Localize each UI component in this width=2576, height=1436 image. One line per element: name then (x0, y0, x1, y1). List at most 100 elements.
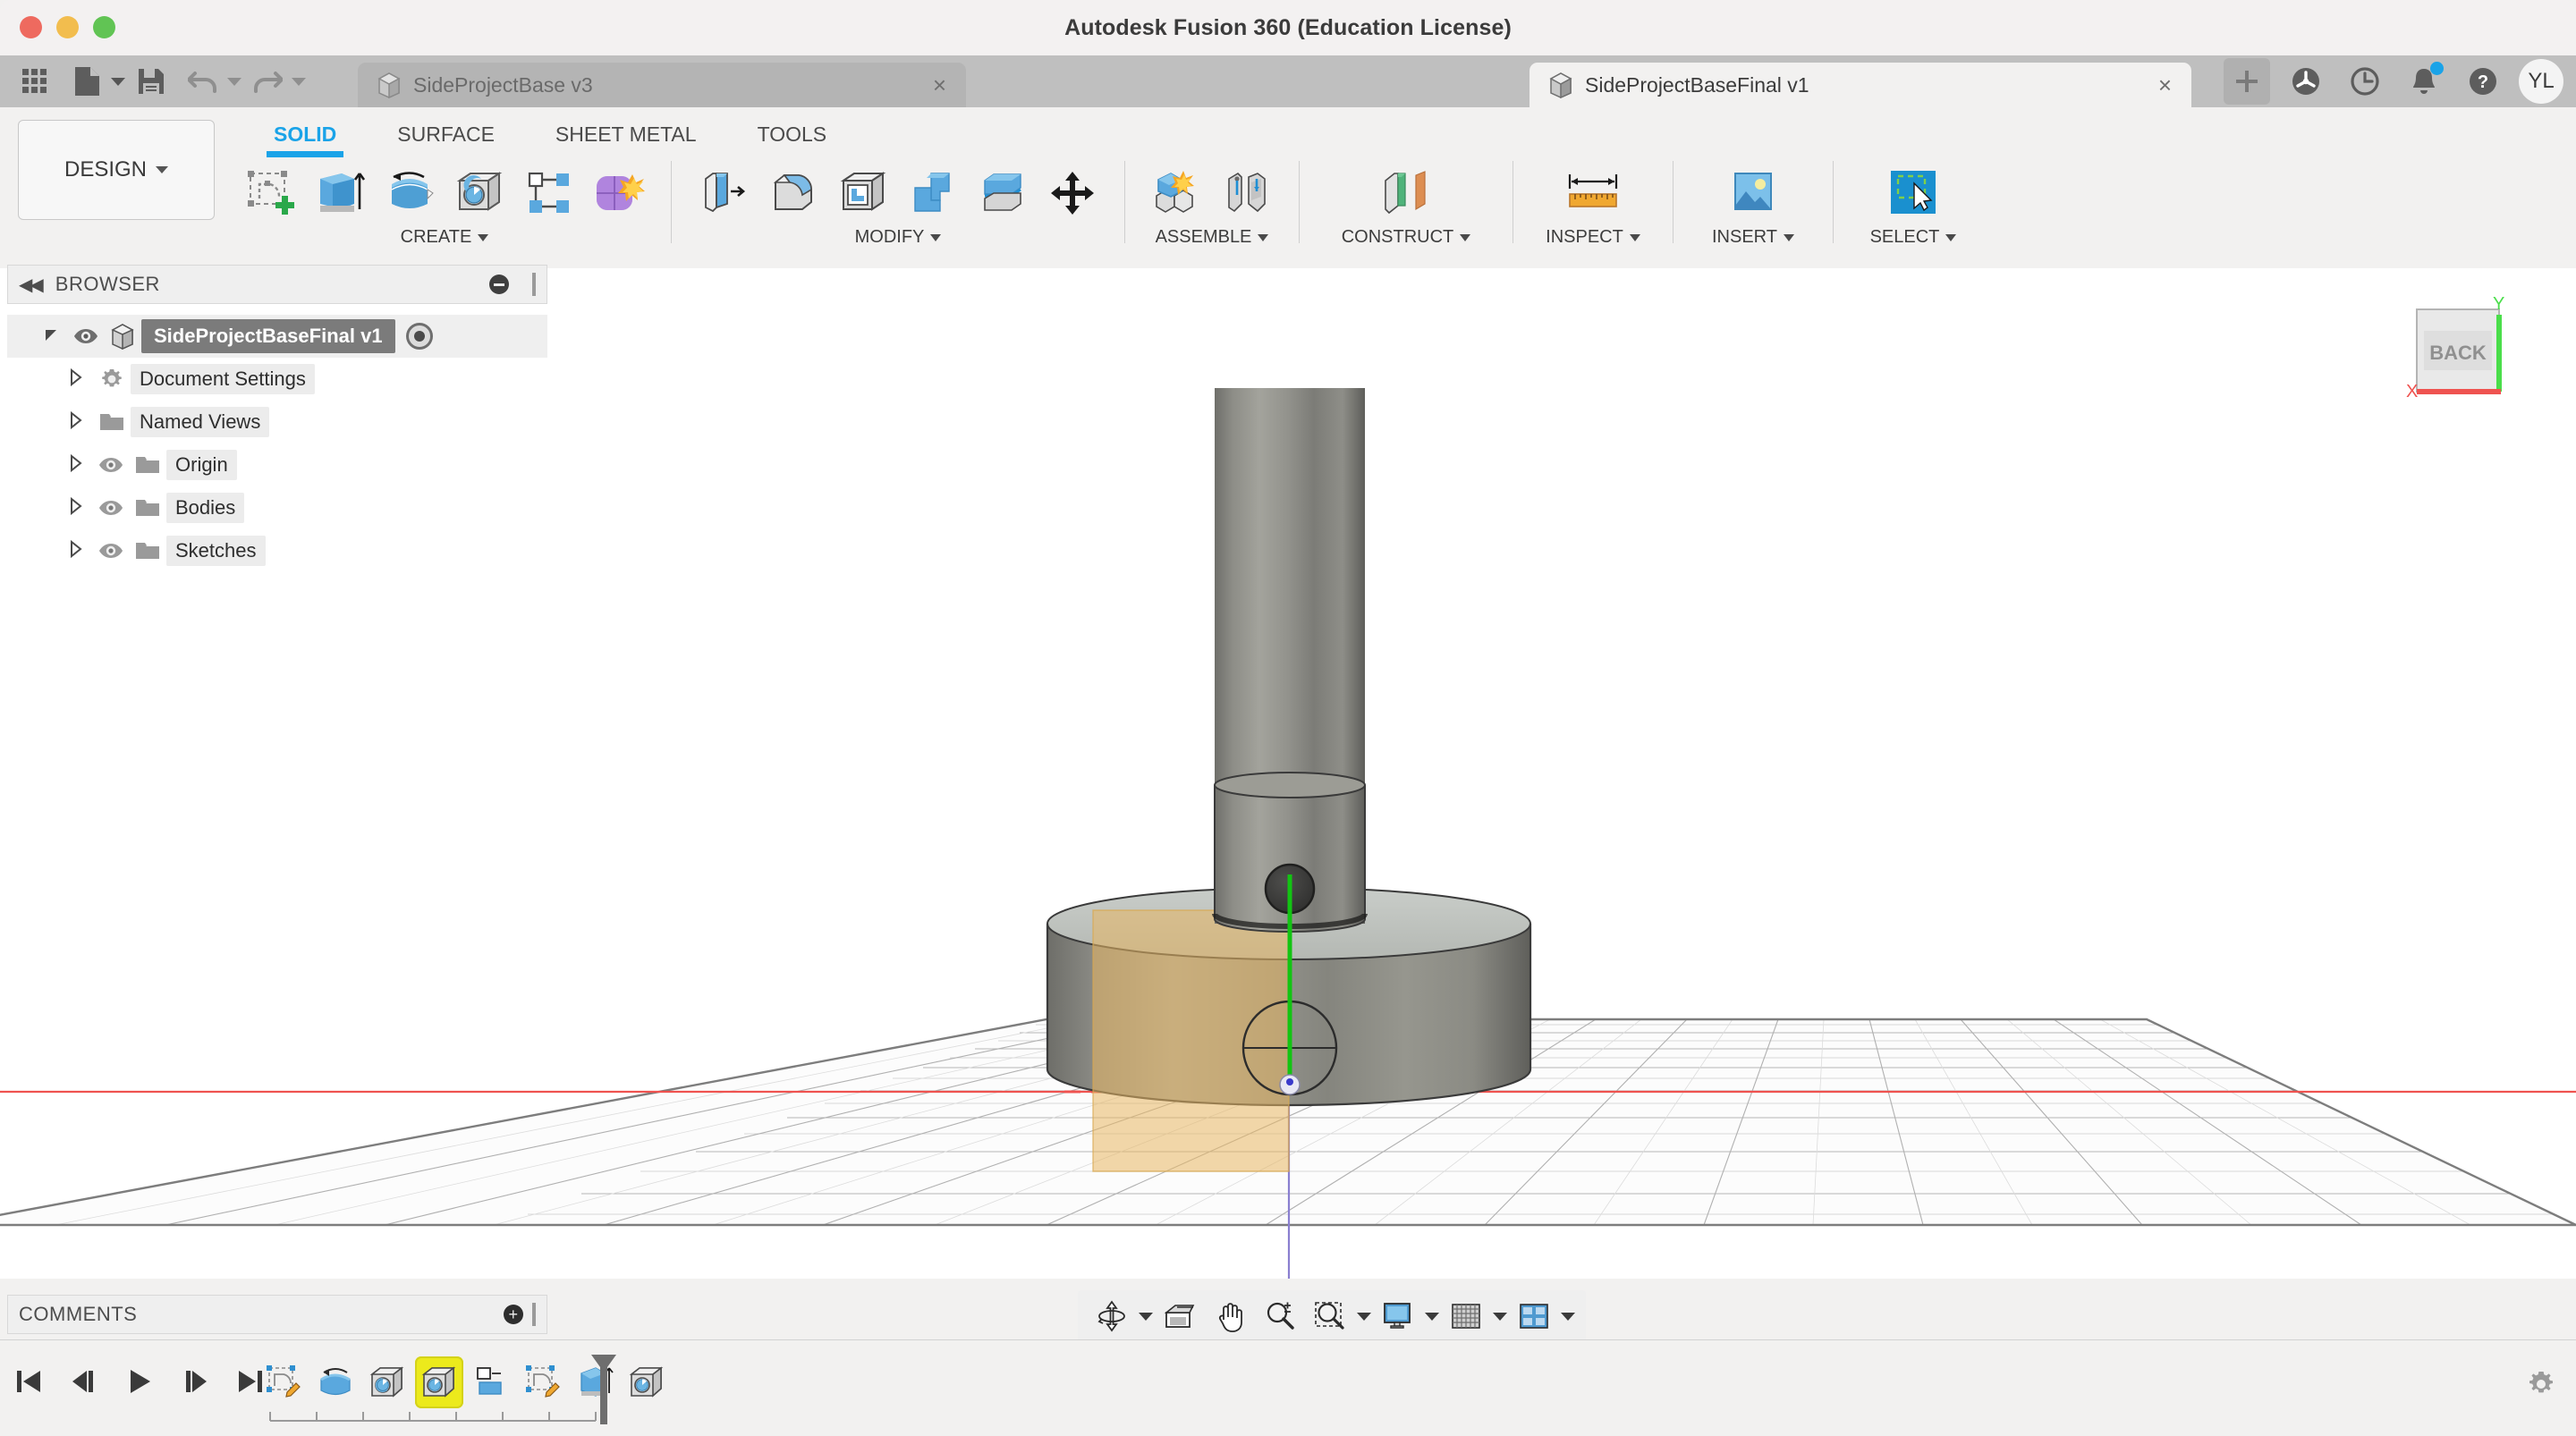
browser-collapse-icon[interactable]: ◀◀ (19, 274, 41, 296)
orbit-icon[interactable] (1089, 1294, 1135, 1339)
press-pull-icon[interactable] (691, 161, 756, 225)
fit-dropdown-caret[interactable] (1357, 1313, 1371, 1321)
timeline-sketch-icon[interactable] (259, 1356, 308, 1408)
undo-dropdown-caret[interactable] (227, 78, 242, 86)
expand-arrow-icon[interactable] (34, 326, 68, 347)
play-icon[interactable] (122, 1364, 157, 1399)
timeline-end-marker[interactable] (586, 1353, 622, 1426)
create-sketch-icon[interactable] (238, 161, 302, 225)
comments-resize-grip[interactable] (532, 1303, 536, 1326)
browser-resize-grip[interactable] (532, 273, 536, 296)
timeline-hole3-icon[interactable] (623, 1356, 671, 1408)
display-settings-dropdown-caret[interactable] (1425, 1313, 1439, 1321)
revolve-icon[interactable] (377, 161, 442, 225)
zoom-window-icon[interactable] (1307, 1294, 1353, 1339)
user-avatar[interactable]: YL (2519, 59, 2563, 104)
ribbon-group-modify-label[interactable]: MODIFY (855, 227, 942, 248)
chevron-right-icon[interactable] (59, 454, 93, 477)
redo-icon[interactable] (242, 59, 293, 104)
tab-sheet-metal[interactable]: SHEET METAL (525, 114, 727, 154)
viewports-icon[interactable] (1511, 1294, 1557, 1339)
ribbon-group-construct-label[interactable]: CONSTRUCT (1342, 227, 1471, 248)
chevron-right-icon[interactable] (59, 368, 93, 391)
redo-dropdown-caret[interactable] (292, 78, 306, 86)
tree-item-sketches[interactable]: Sketches (7, 529, 547, 572)
shell-icon[interactable] (831, 161, 895, 225)
visibility-eye-icon[interactable] (93, 457, 129, 473)
document-tab-sideprojectbase-v3[interactable]: SideProjectBase v3 × (358, 63, 966, 107)
zoom-icon[interactable] (1257, 1294, 1303, 1339)
new-tab-button[interactable] (2224, 58, 2270, 105)
measure-icon[interactable] (1557, 161, 1629, 225)
view-cube[interactable]: BACK X Y (2370, 293, 2540, 436)
tab-solid[interactable]: SOLID (243, 114, 367, 154)
undo-icon[interactable] (177, 59, 229, 104)
rib-pattern-icon[interactable] (517, 161, 581, 225)
hole-icon[interactable] (447, 161, 512, 225)
combine-icon[interactable] (901, 161, 965, 225)
minimize-window-button[interactable] (56, 16, 79, 38)
add-comment-button[interactable]: + (504, 1305, 523, 1324)
ribbon-group-select-label[interactable]: SELECT (1870, 227, 1957, 248)
document-tab-close-icon[interactable]: × (2158, 73, 2172, 97)
ribbon-group-inspect-label[interactable]: INSPECT (1546, 227, 1640, 248)
help-icon[interactable]: ? (2460, 58, 2506, 105)
app-grid-icon[interactable] (9, 59, 61, 104)
new-file-icon[interactable] (61, 59, 113, 104)
extrude-icon[interactable] (308, 161, 372, 225)
orbit-dropdown-caret[interactable] (1139, 1313, 1153, 1321)
close-window-button[interactable] (20, 16, 42, 38)
document-tab-sideprojectbasefinal-v1[interactable]: SideProjectBaseFinal v1 × (1530, 63, 2191, 107)
go-to-beginning-icon[interactable] (11, 1364, 47, 1399)
timeline-offset-plane-icon[interactable] (467, 1356, 515, 1408)
timeline-hole-icon[interactable] (363, 1356, 411, 1408)
timeline-hole2-icon[interactable] (415, 1356, 463, 1408)
fillet-icon[interactable] (761, 161, 826, 225)
look-at-icon[interactable] (1157, 1294, 1203, 1339)
tree-item-origin[interactable]: Origin (7, 443, 547, 486)
tab-surface[interactable]: SURFACE (367, 114, 525, 154)
extension-icon[interactable] (2283, 58, 2329, 105)
ribbon-group-assemble-label[interactable]: ASSEMBLE (1156, 227, 1269, 248)
ribbon-group-insert-label[interactable]: INSERT (1712, 227, 1794, 248)
browser-minimize-icon[interactable] (489, 275, 509, 294)
ribbon-group-create-label[interactable]: CREATE (401, 227, 489, 248)
pan-icon[interactable] (1207, 1294, 1253, 1339)
chevron-right-icon[interactable] (59, 497, 93, 519)
tab-tools[interactable]: TOOLS (727, 114, 858, 154)
viewports-dropdown-caret[interactable] (1561, 1313, 1575, 1321)
chevron-right-icon[interactable] (59, 540, 93, 562)
maximize-window-button[interactable] (93, 16, 115, 38)
joint-icon[interactable] (1215, 161, 1279, 225)
document-tab-close-icon[interactable]: × (933, 73, 946, 97)
tree-item-document-settings[interactable]: Document Settings (7, 358, 547, 401)
chevron-right-icon[interactable] (59, 411, 93, 434)
step-back-icon[interactable] (66, 1364, 102, 1399)
timeline-revolve-icon[interactable] (311, 1356, 360, 1408)
grid-snaps-icon[interactable] (1443, 1294, 1489, 1339)
insert-image-icon[interactable] (1717, 161, 1789, 225)
tree-item-bodies[interactable]: Bodies (7, 486, 547, 529)
move-copy-icon[interactable] (1040, 161, 1105, 225)
step-forward-icon[interactable] (177, 1364, 213, 1399)
visibility-eye-icon[interactable] (93, 543, 129, 559)
visibility-eye-icon[interactable] (93, 500, 129, 516)
file-dropdown-caret[interactable] (111, 78, 125, 86)
display-settings-icon[interactable] (1375, 1294, 1421, 1339)
create-form-icon[interactable] (587, 161, 651, 225)
notification-bell-icon[interactable] (2401, 58, 2447, 105)
gear-icon[interactable] (2526, 1369, 2556, 1404)
split-body-icon[interactable] (970, 161, 1035, 225)
activate-component-radio[interactable] (406, 323, 433, 350)
recent-icon[interactable] (2342, 58, 2388, 105)
tree-item-named-views[interactable]: Named Views (7, 401, 547, 443)
offset-plane-icon[interactable] (1366, 161, 1446, 225)
timeline-sketch2-icon[interactable] (519, 1356, 567, 1408)
grid-snaps-dropdown-caret[interactable] (1493, 1313, 1507, 1321)
save-icon[interactable] (125, 59, 177, 104)
tree-item-sideprojectbasefinal-v1[interactable]: SideProjectBaseFinal v1 (7, 315, 547, 358)
visibility-eye-icon[interactable] (68, 328, 104, 344)
select-icon[interactable] (1877, 161, 1949, 225)
workspace-selector[interactable]: DESIGN (18, 120, 215, 220)
new-component-icon[interactable] (1145, 161, 1209, 225)
